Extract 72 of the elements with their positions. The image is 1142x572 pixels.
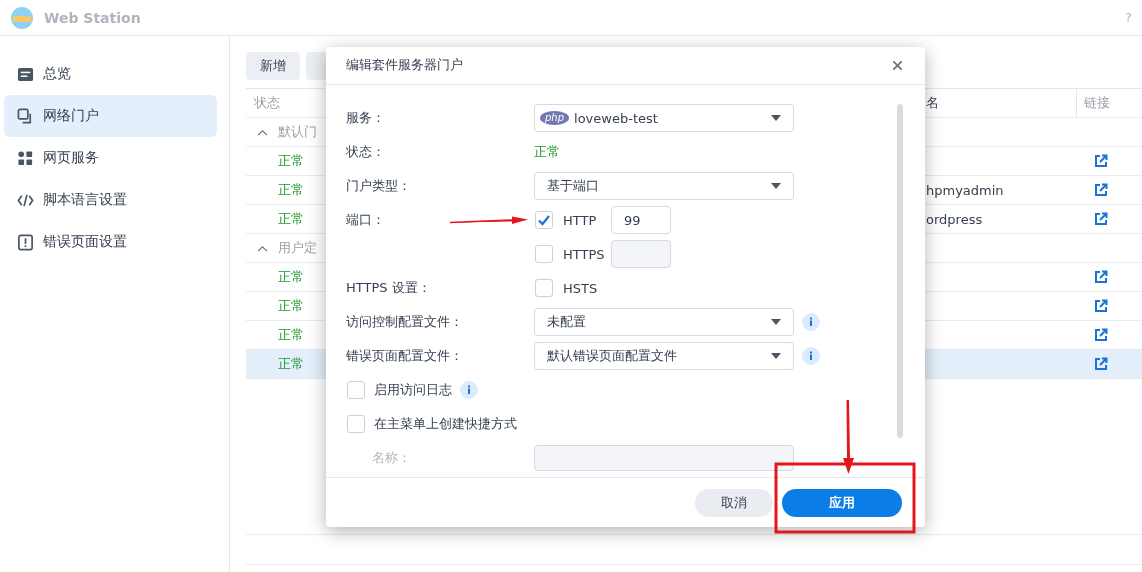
field-label: 错误页面配置文件： xyxy=(346,347,464,365)
status-text: 正常 xyxy=(278,356,304,371)
external-link-icon[interactable] xyxy=(1094,357,1108,371)
checkbox-label: HSTS xyxy=(563,280,599,296)
sidebar-item[interactable]: 网页服务 xyxy=(4,137,217,179)
dropdown[interactable]: 未配置 xyxy=(534,308,794,336)
external-link-icon[interactable] xyxy=(1094,154,1108,168)
group-label: 用户定 xyxy=(278,239,317,257)
alert-icon xyxy=(17,233,34,251)
external-link-icon[interactable] xyxy=(1094,183,1108,197)
close-icon[interactable] xyxy=(892,60,903,71)
apply-button[interactable]: 应用 xyxy=(782,488,902,517)
checkbox-label: HTTPS xyxy=(563,246,606,262)
dropdown[interactable]: 基于端口 xyxy=(534,172,794,200)
field-label: 服务： xyxy=(346,109,386,127)
alias-text: hpmyadmin xyxy=(926,182,1004,198)
checkbox[interactable] xyxy=(535,279,553,297)
checkbox-label: HTTP xyxy=(563,212,598,228)
grid-icon xyxy=(17,149,34,167)
sidebar-item[interactable]: 网络门户 xyxy=(4,95,217,137)
status-text: 正常 xyxy=(534,143,560,161)
chevron-up-icon[interactable] xyxy=(257,244,268,252)
add-button[interactable]: 新增 xyxy=(246,52,300,80)
alias-text: ordpress xyxy=(926,211,983,227)
scrollbar[interactable] xyxy=(897,104,903,438)
status-text: 正常 xyxy=(278,269,304,284)
field-label: 访问控制配置文件： xyxy=(346,313,464,331)
column-header: 链接 xyxy=(1076,89,1141,117)
list-icon xyxy=(17,65,34,83)
dropdown[interactable]: 默认错误页面配置文件 xyxy=(534,342,794,370)
info-icon[interactable] xyxy=(802,313,820,331)
dropdown[interactable]: php loveweb-test xyxy=(534,104,794,132)
app-title: Web Station xyxy=(44,9,141,26)
checkbox-label: 在主菜单上创建快捷方式 xyxy=(374,415,517,433)
app-logo-icon xyxy=(10,5,34,30)
caret-icon xyxy=(771,115,781,121)
port-field[interactable]: 99 xyxy=(611,206,671,234)
checkbox[interactable] xyxy=(535,245,553,263)
status-text: 正常 xyxy=(278,182,304,197)
field-label: HTTPS 设置： xyxy=(346,280,431,295)
checkbox[interactable] xyxy=(347,381,365,399)
caret-icon xyxy=(771,183,781,189)
external-link-icon[interactable] xyxy=(1094,212,1108,226)
external-link-icon[interactable] xyxy=(1094,328,1108,342)
group-label: 默认门 xyxy=(278,123,317,141)
window-icon xyxy=(17,107,34,125)
chevron-up-icon[interactable] xyxy=(257,128,268,136)
caret-icon xyxy=(771,353,781,359)
column-header: 名 xyxy=(925,94,940,112)
checkbox-label: 启用访问日志 xyxy=(374,381,452,399)
field-label: 状态： xyxy=(346,143,386,161)
sidebar-item[interactable]: 错误页面设置 xyxy=(4,221,217,263)
column-header: 状态 xyxy=(253,94,281,112)
status-text: 正常 xyxy=(278,298,304,313)
checkbox[interactable] xyxy=(347,415,365,433)
info-icon[interactable] xyxy=(802,347,820,365)
sidebar-item[interactable]: 脚本语言设置 xyxy=(4,179,217,221)
info-icon[interactable] xyxy=(460,381,478,399)
cancel-button[interactable]: 取消 xyxy=(695,488,773,517)
field-label: 门户类型： xyxy=(346,177,412,195)
status-text: 正常 xyxy=(278,327,304,342)
checkbox[interactable] xyxy=(535,211,553,229)
external-link-icon[interactable] xyxy=(1094,270,1108,284)
field-label: 名称： xyxy=(371,449,412,467)
status-text: 正常 xyxy=(278,153,304,168)
caret-icon xyxy=(771,319,781,325)
external-link-icon[interactable] xyxy=(1094,299,1108,313)
dialog-title: 编辑套件服务器门户 xyxy=(346,57,463,74)
status-text: 正常 xyxy=(278,211,304,226)
field-label: 端口： xyxy=(346,212,385,227)
php-logo-icon: php xyxy=(540,111,570,125)
sidebar-item[interactable]: 总览 xyxy=(4,53,217,95)
